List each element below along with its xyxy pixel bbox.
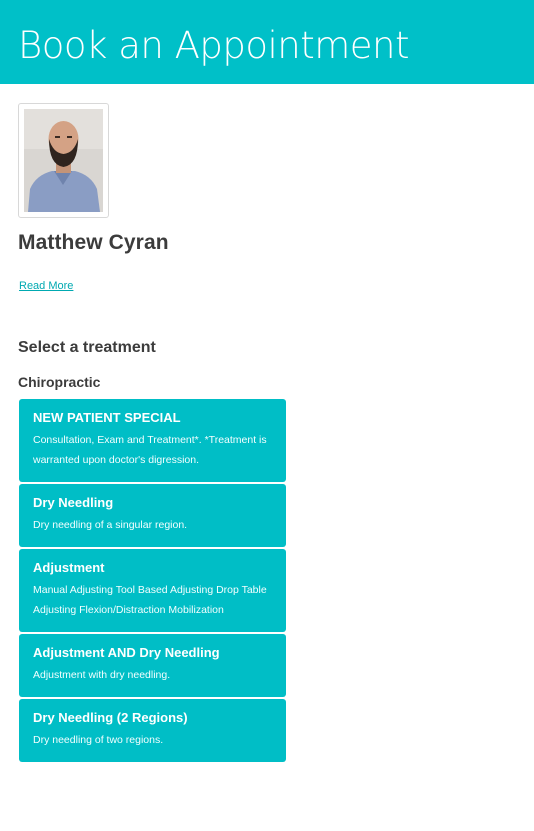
treatment-card[interactable]: Adjustment AND Dry Needling Adjustment w… — [19, 634, 286, 697]
category-heading: Chiropractic — [18, 374, 101, 390]
provider-photo-frame — [18, 103, 109, 218]
read-more-link[interactable]: Read More — [19, 280, 73, 292]
treatment-title: Dry Needling (2 Regions) — [33, 710, 188, 725]
provider-name: Matthew Cyran — [18, 231, 169, 254]
treatment-title: Adjustment — [33, 560, 105, 575]
page-header: Book an Appointment — [0, 0, 534, 84]
treatment-title: Adjustment AND Dry Needling — [33, 645, 220, 660]
treatment-description: Dry needling of two regions. — [33, 734, 164, 746]
treatment-title: Dry Needling — [33, 495, 114, 510]
treatment-description: Manual Adjusting Tool Based Adjusting Dr… — [33, 584, 267, 616]
treatment-description: Dry needling of a singular region. — [33, 519, 188, 531]
treatment-card[interactable]: Dry Needling Dry needling of a singular … — [19, 484, 286, 547]
treatment-list: NEW PATIENT SPECIAL Consultation, Exam a… — [19, 399, 286, 764]
provider-photo — [24, 109, 103, 212]
treatment-card[interactable]: NEW PATIENT SPECIAL Consultation, Exam a… — [19, 399, 286, 482]
treatment-description: Adjustment with dry needling. — [33, 669, 171, 681]
treatment-card[interactable]: Adjustment Manual Adjusting Tool Based A… — [19, 549, 286, 632]
treatment-title: NEW PATIENT SPECIAL — [33, 410, 181, 425]
treatment-description: Consultation, Exam and Treatment*. *Trea… — [33, 434, 267, 466]
section-title: Select a treatment — [18, 339, 156, 356]
treatment-card[interactable]: Dry Needling (2 Regions) Dry needling of… — [19, 699, 286, 762]
page-title: Book an Appointment — [18, 24, 410, 67]
